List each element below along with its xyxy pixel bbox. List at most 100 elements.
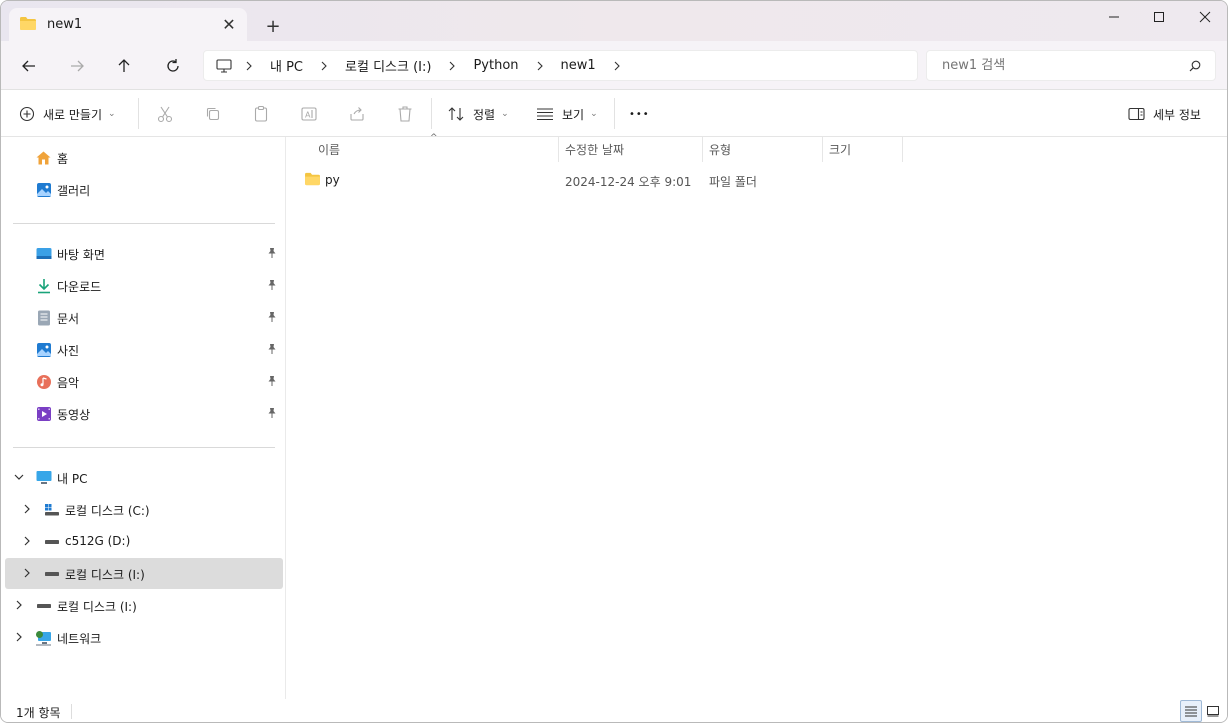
download-icon — [35, 277, 52, 294]
search-icon[interactable] — [1189, 60, 1201, 72]
column-divider[interactable] — [702, 137, 703, 162]
sidebar-item-pictures[interactable]: 사진 — [1, 334, 283, 365]
sort-button-label: 정렬 — [473, 107, 496, 122]
breadcrumb-new1[interactable]: new1 — [553, 58, 604, 73]
list-view-icon — [537, 108, 553, 121]
search-input[interactable] — [942, 58, 1162, 73]
chevron-right-icon[interactable] — [236, 61, 262, 71]
column-header-date[interactable]: 수정한 날짜 — [565, 137, 624, 162]
tab-close-button[interactable]: ✕ — [215, 11, 243, 39]
gallery-icon — [35, 181, 52, 198]
chevron-right-icon[interactable] — [22, 504, 32, 514]
chevron-right-icon[interactable] — [311, 61, 337, 71]
address-row: 내 PC 로컬 디스크 (I:) Python new1 — [1, 41, 1227, 90]
pin-icon[interactable] — [267, 375, 277, 390]
clipboard-icon — [254, 105, 268, 122]
search-box — [926, 50, 1216, 81]
table-row[interactable]: py 2024-12-24 오후 9:01 파일 폴더 — [301, 167, 901, 193]
view-button[interactable]: 보기 ⌄ — [536, 98, 598, 130]
chevron-right-icon[interactable] — [22, 568, 32, 578]
pin-icon[interactable] — [267, 407, 277, 422]
rename-button[interactable]: A — [297, 102, 321, 126]
chevron-right-icon[interactable] — [14, 600, 24, 610]
sidebar-item-downloads[interactable]: 다운로드 — [1, 270, 283, 301]
sidebar-item-drive-i-root[interactable]: 로컬 디스크 (I:) — [1, 590, 283, 621]
pin-icon[interactable] — [267, 247, 277, 262]
column-header-name[interactable]: 이름 — [318, 137, 340, 162]
copy-icon — [206, 107, 220, 121]
sidebar-item-desktop[interactable]: 바탕 화면 — [1, 238, 283, 269]
column-divider[interactable] — [822, 137, 823, 162]
close-icon — [1199, 11, 1211, 23]
breadcrumb-python[interactable]: Python — [465, 58, 526, 73]
breadcrumb-this-pc[interactable]: 내 PC — [262, 56, 311, 75]
details-pane-label: 세부 정보 — [1153, 107, 1201, 122]
scissors-icon — [157, 106, 173, 123]
minimize-button[interactable] — [1091, 1, 1137, 33]
cut-button[interactable] — [153, 102, 177, 126]
sidebar-item-label: 문서 — [57, 312, 80, 326]
chevron-right-icon[interactable] — [22, 536, 32, 546]
sidebar-item-drive-d[interactable]: c512G (D:) — [1, 526, 283, 557]
up-button[interactable] — [109, 51, 139, 81]
chevron-right-icon[interactable] — [527, 61, 553, 71]
sidebar-divider — [13, 447, 275, 448]
column-header-size[interactable]: 크기 — [829, 137, 851, 162]
refresh-button[interactable] — [158, 51, 188, 81]
tab-new1[interactable]: new1 ✕ — [9, 8, 247, 41]
sidebar-item-documents[interactable]: 문서 — [1, 302, 283, 333]
sidebar-item-videos[interactable]: 동영상 — [1, 398, 283, 429]
desktop-icon — [35, 245, 52, 262]
toolbar-divider — [431, 98, 432, 129]
details-view-button[interactable] — [1180, 700, 1202, 722]
sidebar-item-label: 내 PC — [57, 472, 88, 486]
chevron-down-icon[interactable] — [14, 472, 24, 482]
sidebar-item-network[interactable]: 네트워크 — [1, 622, 283, 653]
sidebar-item-gallery[interactable]: 갤러리 — [1, 174, 283, 205]
column-divider[interactable] — [558, 137, 559, 162]
column-header-type[interactable]: 유형 — [709, 137, 731, 162]
column-divider[interactable] — [902, 137, 903, 162]
home-icon — [35, 149, 52, 166]
large-icons-view-button[interactable] — [1202, 700, 1224, 722]
forward-button[interactable] — [62, 51, 92, 81]
share-button[interactable] — [345, 102, 369, 126]
chevron-right-icon[interactable] — [14, 632, 24, 642]
chevron-right-icon[interactable] — [604, 61, 630, 71]
close-button[interactable] — [1182, 1, 1227, 33]
breadcrumb-drive-i[interactable]: 로컬 디스크 (I:) — [337, 56, 439, 75]
pc-monitor-icon[interactable] — [204, 58, 236, 73]
chevron-down-icon: ⌄ — [590, 109, 598, 119]
trash-icon — [398, 106, 412, 122]
sidebar-item-drive-c[interactable]: 로컬 디스크 (C:) — [1, 494, 283, 525]
back-button[interactable] — [14, 51, 44, 81]
maximize-icon — [1154, 12, 1164, 22]
address-bar[interactable]: 내 PC 로컬 디스크 (I:) Python new1 — [203, 50, 918, 81]
refresh-icon — [167, 59, 179, 72]
chevron-right-icon[interactable] — [439, 61, 465, 71]
details-pane-button[interactable]: 세부 정보 — [1128, 98, 1201, 130]
sidebar-item-label: 바탕 화면 — [57, 248, 105, 262]
details-pane-icon — [1128, 107, 1145, 121]
sidebar-item-music[interactable]: 음악 — [1, 366, 283, 397]
tiles-view-icon — [1207, 706, 1219, 717]
sidebar-item-drive-i[interactable]: 로컬 디스크 (I:) — [5, 558, 283, 589]
arrow-left-icon — [22, 60, 35, 72]
pin-icon[interactable] — [267, 279, 277, 294]
sidebar-item-home[interactable]: 홈 — [1, 142, 283, 173]
pin-icon[interactable] — [267, 343, 277, 358]
sort-button[interactable]: 정렬 ⌄ — [447, 98, 509, 130]
sidebar-item-label: 홈 — [57, 152, 69, 166]
tab-title: new1 — [47, 17, 83, 32]
sidebar-item-label: 로컬 디스크 (I:) — [57, 600, 137, 614]
more-options-button[interactable]: ••• — [629, 98, 650, 130]
delete-button[interactable] — [393, 102, 417, 126]
copy-button[interactable] — [201, 102, 225, 126]
maximize-button[interactable] — [1136, 1, 1182, 33]
new-button[interactable]: 새로 만들기 ⌄ — [19, 98, 116, 130]
sidebar-item-this-pc[interactable]: 내 PC — [1, 462, 283, 493]
new-tab-button[interactable]: + — [259, 12, 287, 40]
pin-icon[interactable] — [267, 311, 277, 326]
sidebar-item-label: 사진 — [57, 344, 80, 358]
paste-button[interactable] — [249, 102, 273, 126]
